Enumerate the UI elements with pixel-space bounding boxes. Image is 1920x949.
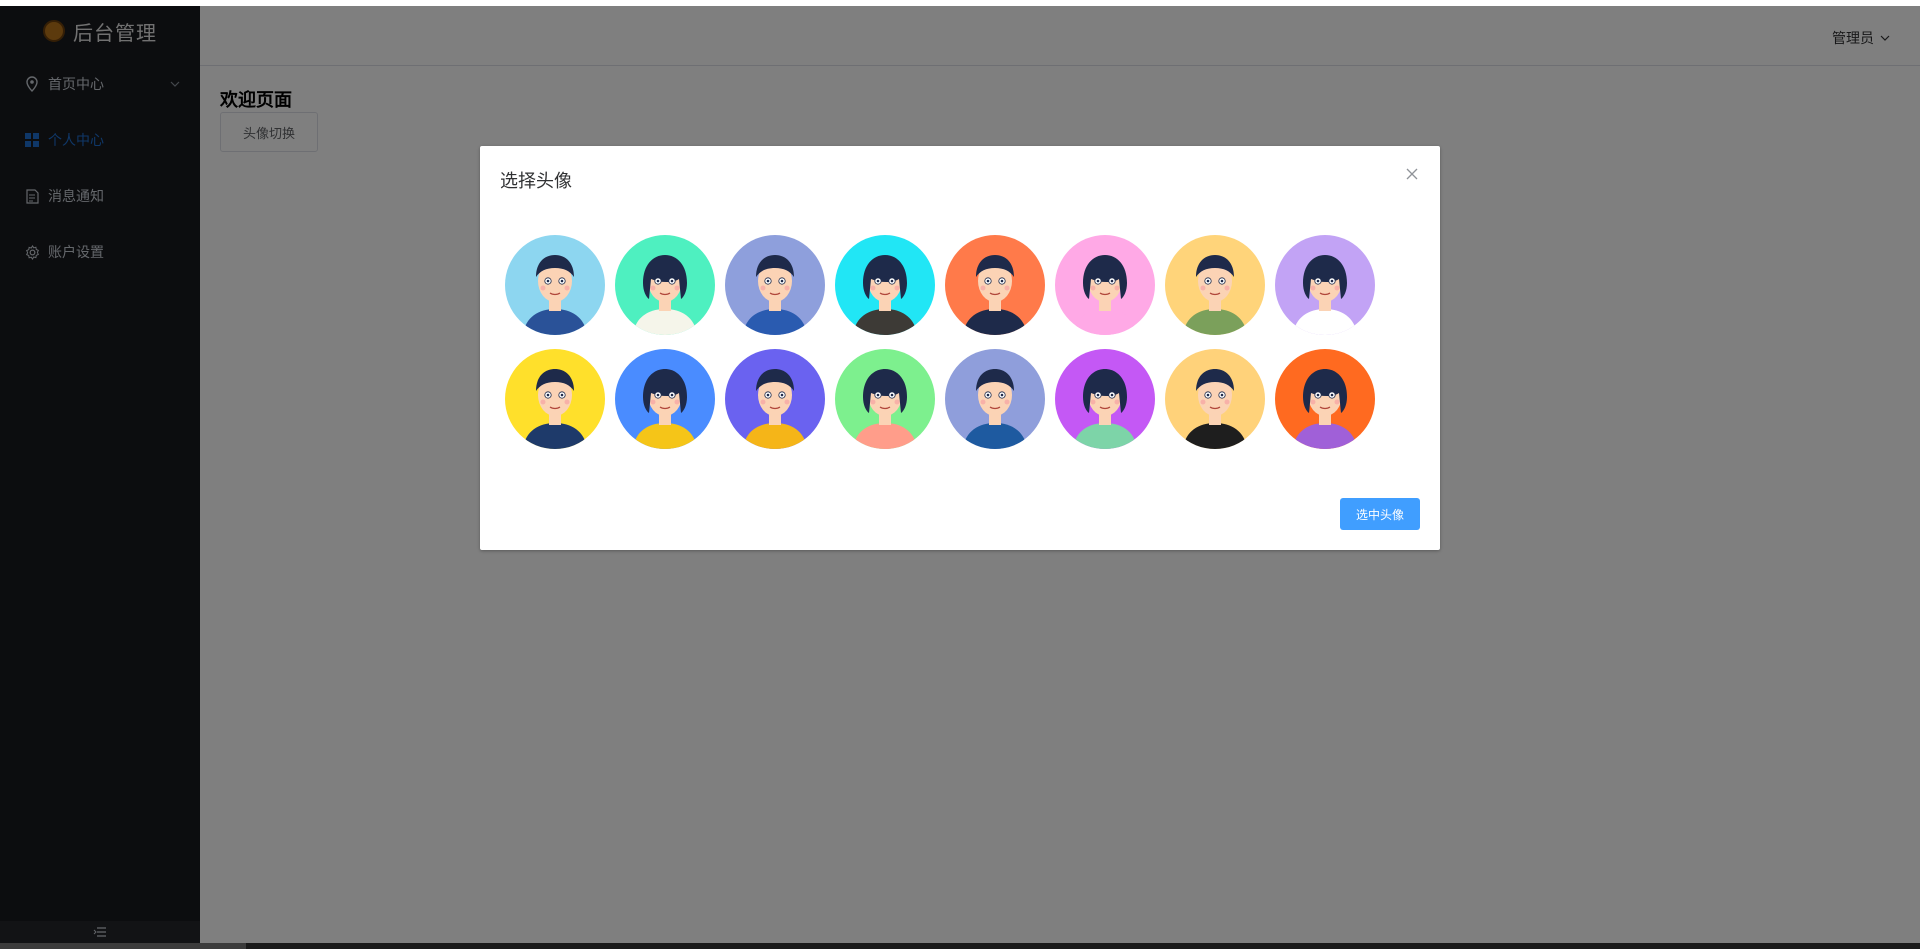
select-avatar-button[interactable]: 选中头像: [1340, 498, 1420, 530]
avatar-option[interactable]: [945, 349, 1045, 449]
dialog-title: 选择头像: [500, 171, 572, 192]
avatar-option[interactable]: [1165, 235, 1265, 335]
scrollbar-thumb[interactable]: [246, 943, 1920, 949]
avatar-option[interactable]: [945, 235, 1045, 335]
avatar-dialog: 选择头像 选中头像: [480, 146, 1440, 550]
avatar-option[interactable]: [725, 235, 825, 335]
avatar-option[interactable]: [835, 235, 935, 335]
avatar-option[interactable]: [1165, 349, 1265, 449]
avatar-option[interactable]: [835, 349, 935, 449]
avatar-option[interactable]: [1275, 235, 1375, 335]
avatar-option[interactable]: [505, 235, 605, 335]
avatar-option[interactable]: [1055, 235, 1155, 335]
avatar-option[interactable]: [615, 349, 715, 449]
avatar-option[interactable]: [505, 349, 605, 449]
avatar-option[interactable]: [1275, 349, 1375, 449]
close-icon[interactable]: [1404, 166, 1420, 182]
avatar-option[interactable]: [725, 349, 825, 449]
avatar-grid: [505, 235, 1385, 449]
avatar-option[interactable]: [615, 235, 715, 335]
avatar-option[interactable]: [1055, 349, 1155, 449]
